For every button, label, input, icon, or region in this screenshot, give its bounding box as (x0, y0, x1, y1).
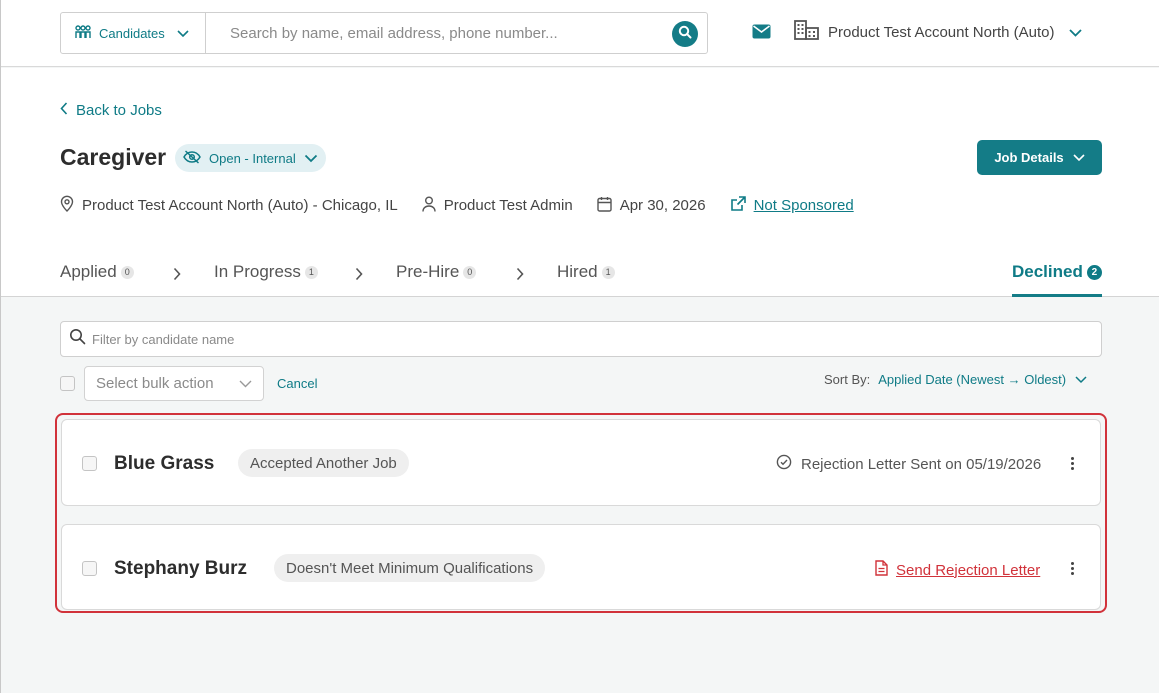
chevron-down-icon (177, 26, 189, 41)
search-input[interactable] (206, 13, 707, 53)
user-icon (422, 196, 436, 216)
candidate-name[interactable]: Blue Grass (114, 453, 214, 475)
search-icon (69, 328, 86, 350)
job-status-dropdown[interactable]: Open - Internal (175, 144, 326, 172)
candidate-name[interactable]: Stephany Burz (114, 558, 247, 580)
decline-reason-badge: Doesn't Meet Minimum Qualifications (274, 554, 546, 582)
tab-declined[interactable]: Declined 2 (1012, 262, 1102, 282)
active-tab-indicator (1012, 294, 1102, 297)
stage-label: Hired (557, 262, 598, 281)
job-date: Apr 30, 2026 (596, 196, 706, 216)
candidate-card[interactable]: Blue Grass Accepted Another Job Rejectio… (61, 419, 1101, 506)
chevron-down-icon (1073, 150, 1085, 165)
stage-label: Declined (1012, 262, 1083, 281)
cancel-button[interactable]: Cancel (277, 376, 317, 391)
building-icon (794, 20, 820, 44)
bulk-actions: Select bulk action Cancel (60, 366, 317, 401)
sort-control: Sort By: Applied Date (Newest → Oldest) (824, 372, 1087, 387)
chevron-right-icon (516, 267, 524, 286)
chevron-down-icon (304, 151, 318, 166)
account-switcher[interactable]: Product Test Account North (Auto) (794, 20, 1082, 44)
tab-applied[interactable]: Applied 0 (60, 262, 134, 282)
external-link-icon (730, 195, 746, 216)
chevron-down-icon (1068, 24, 1082, 41)
job-owner-text: Product Test Admin (443, 197, 573, 214)
tab-in-progress[interactable]: In Progress 1 (214, 262, 318, 282)
stage-label: Applied (60, 262, 117, 281)
account-name: Product Test Account North (Auto) (828, 23, 1055, 41)
back-to-jobs-link[interactable]: Back to Jobs (60, 102, 162, 119)
send-rejection-letter-text[interactable]: Send Rejection Letter (896, 562, 1040, 579)
more-options-icon[interactable] (1066, 454, 1078, 472)
job-details-label: Job Details (994, 150, 1064, 165)
job-meta: Product Test Account North (Auto) - Chic… (60, 195, 878, 216)
candidate-filter (60, 321, 1102, 357)
search-scope-dropdown[interactable]: Candidates (61, 13, 206, 53)
location-pin-icon (60, 195, 74, 216)
stage-count: 0 (463, 265, 477, 279)
stage-count: 1 (304, 265, 318, 279)
bulk-action-placeholder: Select bulk action (96, 375, 214, 392)
search-scope-label: Candidates (99, 25, 165, 41)
job-details-button[interactable]: Job Details (977, 140, 1102, 175)
job-location: Product Test Account North (Auto) - Chic… (60, 195, 398, 216)
stage-label: Pre-Hire (396, 262, 460, 281)
rejection-letter-status-text: Rejection Letter Sent on 05/19/2026 (801, 455, 1042, 473)
job-date-text: Apr 30, 2026 (619, 197, 706, 214)
sort-label: Sort By: (824, 372, 871, 387)
mail-icon[interactable] (752, 24, 771, 44)
chevron-right-icon (173, 267, 181, 286)
search-button[interactable] (672, 21, 698, 47)
chevron-down-icon (1075, 372, 1087, 387)
stage-label: In Progress (214, 262, 301, 281)
job-owner: Product Test Admin (422, 196, 573, 216)
pipeline-stages: Applied 0 In Progress 1 Pre-Hire 0 Hired… (60, 258, 1102, 297)
stage-count: 1 (601, 265, 615, 279)
search-icon (678, 25, 692, 44)
job-header: Back to Jobs Caregiver Open - Internal J… (1, 68, 1159, 297)
chevron-left-icon (60, 102, 68, 119)
global-search: Candidates (60, 12, 708, 54)
document-icon (875, 560, 888, 580)
tab-pre-hire[interactable]: Pre-Hire 0 (396, 262, 477, 282)
job-title: Caregiver (60, 144, 167, 170)
stage-count: 0 (120, 265, 134, 279)
sponsorship-text[interactable]: Not Sponsored (754, 197, 854, 214)
sort-value: Applied Date (Newest → Oldest) (878, 372, 1067, 387)
tab-hired[interactable]: Hired 1 (557, 262, 615, 282)
top-bar: Candidates Product Test Account North (A… (1, 0, 1159, 67)
people-icon (74, 24, 92, 42)
sponsorship-link[interactable]: Not Sponsored (730, 195, 854, 216)
send-rejection-letter-link[interactable]: Send Rejection Letter (875, 560, 1040, 580)
back-label: Back to Jobs (76, 102, 162, 119)
check-circle-icon (776, 454, 792, 474)
candidate-filter-input[interactable] (92, 331, 1101, 347)
more-options-icon[interactable] (1066, 559, 1078, 577)
stage-count: 2 (1086, 264, 1102, 280)
chevron-down-icon (239, 375, 252, 392)
job-location-text: Product Test Account North (Auto) - Chic… (82, 197, 398, 214)
rejection-letter-status: Rejection Letter Sent on 05/19/2026 (776, 454, 1041, 474)
select-all-checkbox[interactable] (60, 376, 75, 391)
candidate-checkbox[interactable] (82, 561, 97, 576)
eye-off-icon (183, 149, 201, 167)
candidate-checkbox[interactable] (82, 456, 97, 471)
job-status-label: Open - Internal (209, 150, 296, 166)
calendar-icon (596, 196, 612, 216)
chevron-right-icon (355, 267, 363, 286)
decline-reason-badge: Accepted Another Job (238, 449, 409, 477)
sort-dropdown[interactable]: Applied Date (Newest → Oldest) (878, 372, 1087, 387)
candidate-card[interactable]: Stephany Burz Doesn't Meet Minimum Quali… (61, 524, 1101, 610)
bulk-action-select[interactable]: Select bulk action (84, 366, 264, 401)
